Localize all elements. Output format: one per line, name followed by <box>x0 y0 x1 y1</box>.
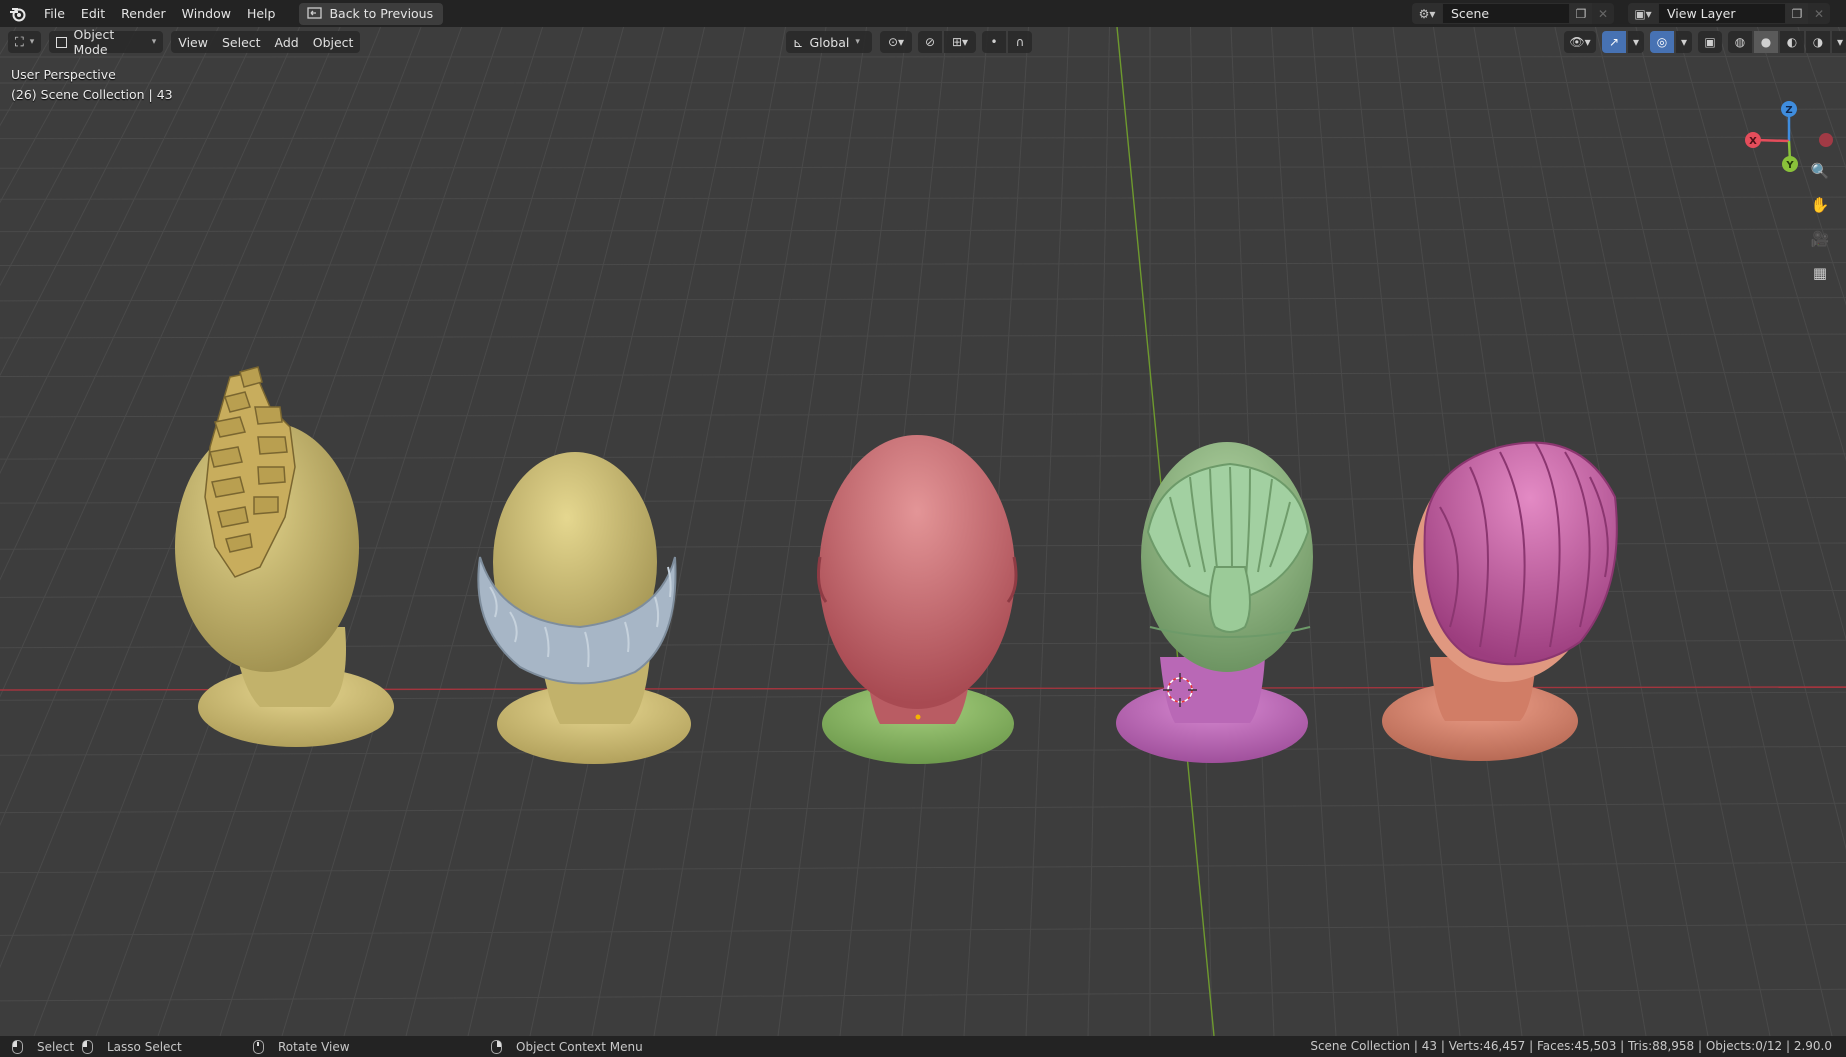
viewport-header: ⛶ ▾ Object Mode ▾ View Select Add Object … <box>0 27 1846 57</box>
status-lasso: Lasso Select <box>82 1036 182 1057</box>
overlays-toggle-icon[interactable]: ◎ <box>1650 31 1674 53</box>
menu-view[interactable]: View <box>171 31 215 53</box>
head-pink-swept-hair[interactable] <box>1382 441 1618 761</box>
svg-text:Y: Y <box>1785 160 1794 171</box>
3d-viewport[interactable]: ⛶ ▾ Object Mode ▾ View Select Add Object … <box>0 27 1846 1036</box>
menu-render[interactable]: Render <box>113 0 174 27</box>
menu-select[interactable]: Select <box>214 31 268 53</box>
head-golden-spiky-hair[interactable] <box>175 366 394 747</box>
object-mode-icon <box>56 36 67 48</box>
scene-stats: Scene Collection | 43 | Verts:46,457 | F… <box>1310 1039 1832 1053</box>
gizmo-y-axis[interactable]: Y <box>1782 156 1798 172</box>
status-context: Object Context Menu <box>491 1036 643 1057</box>
delete-view-layer-icon[interactable]: ✕ <box>1808 3 1830 24</box>
right-mouse-icon <box>491 1039 502 1054</box>
xray-toggle-icon[interactable]: ▣ <box>1698 31 1722 53</box>
top-menu-bar: File Edit Render Window Help Back to Pre… <box>0 0 1846 27</box>
object-mode-label: Object Mode <box>73 27 115 57</box>
status-context-label: Object Context Menu <box>516 1039 643 1054</box>
zoom-icon[interactable]: 🔍 <box>1806 157 1834 185</box>
proportional-edit-icon[interactable]: • <box>982 31 1006 53</box>
drag-mouse-icon <box>82 1039 93 1054</box>
gizmo-z-axis[interactable]: Z <box>1781 101 1797 117</box>
object-mode-dropdown[interactable]: Object Mode ▾ <box>49 27 164 57</box>
gizmo-x-axis[interactable]: X <box>1745 132 1761 148</box>
menu-object[interactable]: Object <box>305 31 361 53</box>
back-screen-icon <box>307 7 323 19</box>
shading-dropdown-icon[interactable]: ▾ <box>1832 31 1846 53</box>
new-scene-icon[interactable]: ❐ <box>1570 3 1592 24</box>
head-bald-pink[interactable] <box>817 435 1018 764</box>
back-to-previous-button[interactable]: Back to Previous <box>299 2 444 25</box>
menu-file[interactable]: File <box>36 0 73 27</box>
status-select-label: Select <box>37 1039 75 1054</box>
orientation-icon: ⊾ <box>793 34 804 50</box>
menu-add[interactable]: Add <box>267 31 306 53</box>
svg-text:Z: Z <box>1785 105 1792 116</box>
status-bar: Select Lasso Select Rotate View Object C… <box>0 1036 1846 1057</box>
gizmo-neg-x-axis[interactable] <box>1819 133 1833 147</box>
snap-target-icon[interactable]: ⊞▾ <box>944 31 976 53</box>
gizmo-toggle-icon[interactable]: ↗ <box>1602 31 1626 53</box>
menu-help[interactable]: Help <box>239 0 284 27</box>
status-lasso-label: Lasso Select <box>107 1039 182 1054</box>
editor-type-button[interactable]: ⛶ ▾ <box>8 31 42 53</box>
transform-orientation-dropdown[interactable]: ⊾ Global ▾ <box>786 31 872 53</box>
left-mouse-icon <box>12 1039 23 1054</box>
status-rotate: Rotate View <box>253 1036 350 1057</box>
solid-shading-icon[interactable]: ● <box>1754 31 1778 53</box>
visibility-icon[interactable]: 👁▾ <box>1564 31 1596 53</box>
head-yellow-fur-collar[interactable] <box>477 452 691 764</box>
pan-hand-icon[interactable]: ✋ <box>1806 191 1834 219</box>
view-layer-icon[interactable]: ▣▾ <box>1628 3 1658 24</box>
status-rotate-label: Rotate View <box>278 1039 350 1054</box>
camera-view-icon[interactable]: 🎥 <box>1806 225 1834 253</box>
wireframe-shading-icon[interactable]: ◍ <box>1728 31 1752 53</box>
head-models <box>175 366 1618 764</box>
snap-icon[interactable]: ⊘ <box>918 31 942 53</box>
blender-logo-icon[interactable] <box>0 0 36 27</box>
editor-type-icon: ⛶ <box>15 34 24 49</box>
perspective-toggle-icon[interactable]: ▦ <box>1806 259 1834 287</box>
scene-icon[interactable]: ⚙▾ <box>1412 3 1442 24</box>
delete-scene-icon[interactable]: ✕ <box>1592 3 1614 24</box>
menu-edit[interactable]: Edit <box>73 0 113 27</box>
scene-selector[interactable]: ⚙▾ Scene ❐ ✕ <box>1412 3 1614 24</box>
menu-window[interactable]: Window <box>174 0 239 27</box>
back-to-previous-label: Back to Previous <box>329 6 434 21</box>
svg-text:X: X <box>1749 136 1757 147</box>
overlays-dropdown-icon[interactable]: ▾ <box>1676 31 1692 53</box>
view-layer-selector[interactable]: ▣▾ View Layer ❐ ✕ <box>1628 3 1830 24</box>
pivot-point-icon[interactable]: ⊙▾ <box>880 31 912 53</box>
status-select: Select <box>12 1036 74 1057</box>
rendered-shading-icon[interactable]: ◑ <box>1806 31 1830 53</box>
view-layer-name-field[interactable]: View Layer <box>1658 3 1786 24</box>
gizmo-dropdown-icon[interactable]: ▾ <box>1628 31 1644 53</box>
middle-mouse-icon <box>253 1039 264 1054</box>
material-preview-shading-icon[interactable]: ◐ <box>1780 31 1804 53</box>
falloff-icon[interactable]: ∩ <box>1008 31 1032 53</box>
new-view-layer-icon[interactable]: ❐ <box>1786 3 1808 24</box>
perspective-label: User Perspective <box>11 67 116 82</box>
head-green-ponytail[interactable] <box>1116 442 1313 763</box>
collection-label: (26) Scene Collection | 43 <box>11 87 173 102</box>
orientation-label: Global <box>809 34 850 50</box>
scene-name-field[interactable]: Scene <box>1442 3 1570 24</box>
